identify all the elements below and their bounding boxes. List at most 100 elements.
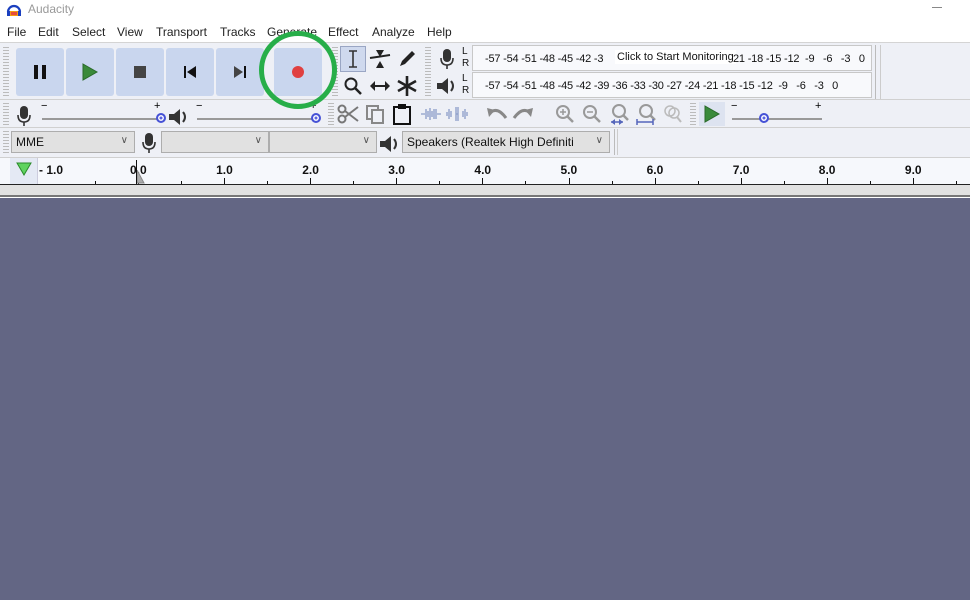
record-button[interactable] <box>274 48 322 96</box>
silence-audio-button[interactable] <box>444 102 470 126</box>
playback-meter-right-label: R <box>462 85 470 96</box>
recording-device-dropdown[interactable]: ∨ <box>161 131 269 153</box>
ruler-major-tick <box>224 178 226 184</box>
ruler-minor-tick <box>697 181 699 184</box>
menu-generate[interactable]: Generate <box>267 25 317 39</box>
ruler-minor-tick <box>267 181 269 184</box>
fit-project-button[interactable] <box>633 102 659 126</box>
zoom-in-button[interactable] <box>552 102 578 126</box>
playback-meter-button[interactable] <box>434 73 460 99</box>
paste-button[interactable] <box>389 102 415 126</box>
trim-audio-button[interactable] <box>418 102 444 126</box>
time-shift-tool-button[interactable] <box>367 73 393 99</box>
double-arrow-icon <box>370 81 390 91</box>
record-volume-knob[interactable] <box>156 113 166 123</box>
draw-tool-button[interactable] <box>394 46 420 72</box>
speaker-icon <box>437 78 454 94</box>
chevron-down-icon: ∨ <box>254 135 262 146</box>
pause-button[interactable] <box>16 48 64 96</box>
play-speed-knob[interactable] <box>758 113 769 123</box>
meter-divider-2 <box>880 45 881 99</box>
timeline-ruler[interactable]: - 1.0 0.0 1.0 2.0 3.0 4.0 5.0 6.0 7.0 8.0 9.0 <box>0 157 970 185</box>
pause-icon <box>34 65 46 79</box>
toolbar-area: L R L R -57 -54 -51 -48 -45 -42 -3 Click… <box>0 42 970 157</box>
ruler-major-tick <box>482 178 484 184</box>
timeline-options-button[interactable] <box>10 158 38 184</box>
menu-analyze[interactable]: Analyze <box>372 25 415 39</box>
menu-transport[interactable]: Transport <box>156 25 207 39</box>
undo-icon <box>487 108 508 119</box>
envelope-icon <box>369 50 391 68</box>
ruler-tick-label: 1.0 <box>216 163 233 177</box>
ruler-tick-label: - 1.0 <box>39 163 64 177</box>
track-panel-empty[interactable] <box>0 198 970 600</box>
playback-volume-knob[interactable] <box>311 113 321 123</box>
scissors-icon <box>337 104 359 124</box>
ruler-minor-tick <box>955 181 957 184</box>
play-speed-slider[interactable] <box>732 118 822 120</box>
menu-edit[interactable]: Edit <box>38 25 59 39</box>
zoom-out-button[interactable] <box>579 102 605 126</box>
play-icon <box>704 105 720 123</box>
magnifier-icon <box>344 77 362 95</box>
ruler-tick-label: 4.0 <box>474 163 492 177</box>
play-at-speed-grip[interactable] <box>690 103 696 125</box>
device-toolbar-grip[interactable] <box>3 131 9 153</box>
menu-file[interactable]: File <box>7 25 26 39</box>
recording-channels-dropdown[interactable]: ∨ <box>269 131 377 153</box>
transport-toolbar-grip[interactable] <box>3 47 9 97</box>
playback-volume-slider[interactable] <box>197 118 317 120</box>
undo-button[interactable] <box>484 102 510 126</box>
cut-button[interactable] <box>335 102 361 126</box>
meter-divider <box>875 45 876 99</box>
menu-help[interactable]: Help <box>427 25 452 39</box>
record-volume-mic-icon <box>17 106 31 126</box>
chevron-down-icon: ∨ <box>595 135 603 146</box>
stop-icon <box>134 66 146 78</box>
copy-button[interactable] <box>362 102 388 126</box>
ruler-tick-label: 7.0 <box>732 163 750 177</box>
ruler-tick-label: 5.0 <box>560 163 578 177</box>
record-meter[interactable]: -57 -54 -51 -48 -45 -42 -3 Click to Star… <box>472 45 872 71</box>
ruler-minor-tick <box>353 181 355 184</box>
stop-button[interactable] <box>116 48 164 96</box>
meter-toolbar-grip[interactable] <box>425 47 431 97</box>
record-meter-button[interactable] <box>434 46 460 72</box>
audio-host-dropdown[interactable]: MME ∨ <box>11 131 135 153</box>
tools-toolbar-grip[interactable] <box>332 47 338 97</box>
menu-effect[interactable]: Effect <box>328 25 358 39</box>
envelope-tool-button[interactable] <box>367 46 393 72</box>
skip-to-end-button[interactable] <box>216 48 264 96</box>
redo-button[interactable] <box>510 102 536 126</box>
mixer-toolbar-grip[interactable] <box>3 103 9 125</box>
playback-meter[interactable]: -57 -54 -51 -48 -45 -42 -39 -36 -33 -30 … <box>472 72 872 98</box>
device-divider <box>614 129 615 155</box>
fit-selection-button[interactable] <box>606 102 632 126</box>
zoom-tool-button[interactable] <box>340 73 366 99</box>
minimize-button[interactable] <box>932 7 942 8</box>
zoom-out-icon <box>583 105 601 123</box>
menu-select[interactable]: Select <box>72 25 105 39</box>
menu-tracks[interactable]: Tracks <box>220 25 256 39</box>
record-volume-slider[interactable] <box>42 118 160 120</box>
copy-icon <box>366 105 384 124</box>
ruler-minor-tick <box>181 181 183 184</box>
zoom-toggle-button[interactable] <box>660 102 686 126</box>
playback-device-value: Speakers (Realtek High Definiti <box>407 135 574 149</box>
play-button[interactable] <box>66 48 114 96</box>
menu-bar: File Edit Select View Transport Tracks G… <box>0 22 970 42</box>
menu-view[interactable]: View <box>117 25 143 39</box>
audacity-headphones-icon <box>6 4 22 16</box>
track-area-separator <box>0 185 970 197</box>
selection-tool-button[interactable] <box>340 46 366 72</box>
clipboard-icon <box>393 104 411 125</box>
recording-device-mic-icon <box>142 133 156 153</box>
playback-device-dropdown[interactable]: Speakers (Realtek High Definiti ∨ <box>402 131 610 153</box>
play-at-speed-button[interactable] <box>699 102 725 126</box>
ruler-tick-label: 6.0 <box>646 163 664 177</box>
playback-device-speaker-icon <box>380 136 397 152</box>
skip-to-start-button[interactable] <box>166 48 214 96</box>
edit-toolbar-grip[interactable] <box>328 103 334 125</box>
ruler-tick-label: 3.0 <box>388 163 405 177</box>
multi-tool-button[interactable] <box>394 73 420 99</box>
